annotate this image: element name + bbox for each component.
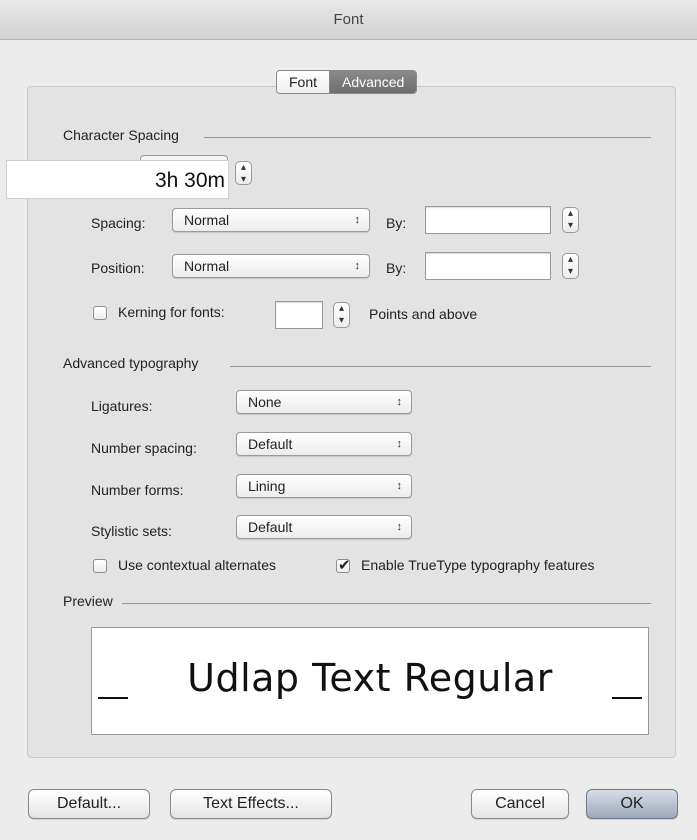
character-spacing-heading: Character Spacing <box>63 127 179 143</box>
kerning-stepper[interactable]: ▴ ▾ <box>333 302 350 328</box>
popup-arrows-icon: ↕ <box>354 214 361 226</box>
checkmark-icon: ✔ <box>338 557 351 574</box>
tab-advanced[interactable]: Advanced <box>330 71 417 93</box>
position-value: Normal <box>184 258 230 274</box>
contextual-alternates-checkbox[interactable] <box>93 559 107 573</box>
ligatures-value: None <box>248 394 282 410</box>
preview-heading: Preview <box>63 593 113 609</box>
cancel-button[interactable]: Cancel <box>471 789 569 819</box>
number-forms-label: Number forms: <box>91 482 184 498</box>
advanced-typography-heading: Advanced typography <box>63 355 199 371</box>
popup-arrows-icon: ↕ <box>396 480 403 492</box>
stepper-down-icon[interactable]: ▾ <box>334 315 349 327</box>
number-spacing-label: Number spacing: <box>91 440 197 456</box>
position-by-field[interactable] <box>425 252 551 280</box>
number-spacing-value: Default <box>248 436 293 452</box>
scale-stepper[interactable]: ▴ ▾ <box>235 161 252 185</box>
truetype-features-checkbox[interactable]: ✔ <box>336 557 351 574</box>
window-titlebar: Font <box>0 0 697 40</box>
ligatures-popup[interactable]: None ↕ <box>236 390 412 414</box>
stepper-down-icon[interactable]: ▾ <box>563 220 578 232</box>
text-effects-button[interactable]: Text Effects... <box>170 789 332 819</box>
stylistic-sets-label: Stylistic sets: <box>91 523 172 539</box>
contextual-alternates-label: Use contextual alternates <box>118 557 276 573</box>
tab-bar: Font Advanced <box>276 70 418 94</box>
popup-arrows-icon: ↕ <box>396 396 403 408</box>
ok-button[interactable]: OK <box>586 789 678 819</box>
kerning-suffix-label: Points and above <box>369 306 478 322</box>
spacing-label: Spacing: <box>91 215 146 231</box>
stepper-up-icon[interactable]: ▴ <box>236 162 251 174</box>
position-by-label: By: <box>386 260 407 276</box>
spacing-by-stepper[interactable]: ▴ ▾ <box>562 207 579 233</box>
window-title: Font <box>333 11 364 28</box>
default-button[interactable]: Default... <box>28 789 150 819</box>
truetype-features-label: Enable TrueType typography features <box>361 557 595 573</box>
stepper-up-icon[interactable]: ▴ <box>563 254 578 266</box>
preview-sample-text: Udlap Text Regular <box>187 656 553 700</box>
stepper-up-icon[interactable]: ▴ <box>334 303 349 315</box>
stylistic-sets-popup[interactable]: Default ↕ <box>236 515 412 539</box>
character-spacing-divider <box>204 137 651 138</box>
popup-arrows-icon: ↕ <box>396 438 403 450</box>
preview-box: Udlap Text Regular <box>91 627 649 735</box>
spacing-by-label: By: <box>386 215 407 231</box>
spacing-by-field[interactable] <box>425 206 551 234</box>
number-forms-popup[interactable]: Lining ↕ <box>236 474 412 498</box>
position-popup[interactable]: Normal ↕ <box>172 254 370 278</box>
preview-baseline-right <box>612 697 642 699</box>
stylistic-sets-value: Default <box>248 519 293 535</box>
popup-arrows-icon: ↕ <box>396 521 403 533</box>
number-forms-value: Lining <box>248 478 286 494</box>
position-label: Position: <box>91 260 145 276</box>
kerning-checkbox[interactable] <box>93 306 107 320</box>
position-by-stepper[interactable]: ▴ ▾ <box>562 253 579 279</box>
advanced-typography-divider <box>230 366 651 367</box>
popup-arrows-icon: ↕ <box>354 260 361 272</box>
number-spacing-popup[interactable]: Default ↕ <box>236 432 412 456</box>
preview-divider <box>122 603 651 604</box>
stepper-down-icon[interactable]: ▾ <box>563 266 578 278</box>
stepper-up-icon[interactable]: ▴ <box>563 208 578 220</box>
ligatures-label: Ligatures: <box>91 398 153 414</box>
kerning-label: Kerning for fonts: <box>118 304 225 320</box>
kerning-points-field[interactable] <box>275 301 323 329</box>
tab-font[interactable]: Font <box>277 71 331 93</box>
scale-overlay-value: 3h 30m <box>6 160 229 199</box>
spacing-popup[interactable]: Normal ↕ <box>172 208 370 232</box>
stepper-down-icon[interactable]: ▾ <box>236 174 251 186</box>
spacing-value: Normal <box>184 212 230 228</box>
